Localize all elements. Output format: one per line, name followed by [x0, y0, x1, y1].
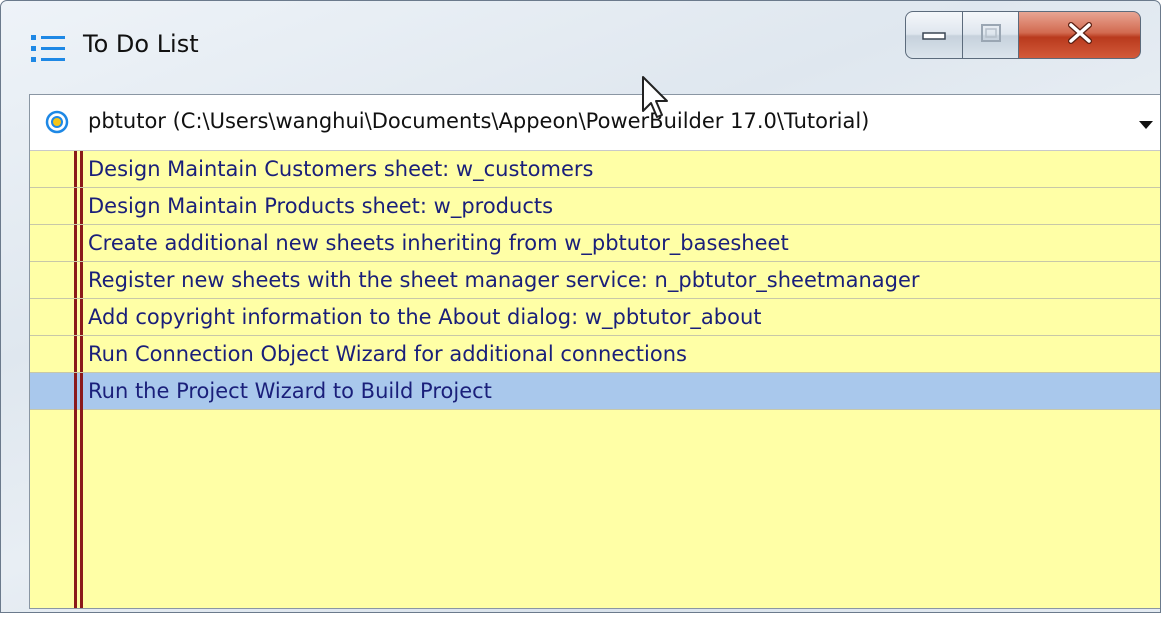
- window-title: To Do List: [83, 30, 199, 58]
- project-label: pbtutor (C:\Users\wanghui\Documents\Appe…: [88, 109, 870, 133]
- todo-item[interactable]: Create additional new sheets inheriting …: [30, 225, 1160, 262]
- chevron-down-icon[interactable]: [1138, 116, 1154, 129]
- target-icon: [45, 110, 69, 134]
- todo-item[interactable]: Design Maintain Customers sheet: w_custo…: [30, 151, 1160, 188]
- maximize-button[interactable]: [963, 11, 1019, 59]
- todo-item[interactable]: Run Connection Object Wizard for additio…: [30, 336, 1160, 373]
- todo-item[interactable]: Design Maintain Products sheet: w_produc…: [30, 188, 1160, 225]
- caption-buttons: [905, 11, 1141, 59]
- maximize-icon: [980, 23, 1002, 47]
- todo-item[interactable]: Register new sheets with the sheet manag…: [30, 262, 1160, 299]
- todo-list: Design Maintain Customers sheet: w_custo…: [30, 151, 1160, 608]
- todo-list-window: To Do List pbtutor (C:\Users\wanghui\Doc…: [0, 0, 1161, 613]
- title-bar[interactable]: To Do List: [1, 1, 1160, 89]
- todo-item-text: Add copyright information to the About d…: [88, 305, 762, 329]
- todo-item-text: Run Connection Object Wizard for additio…: [88, 342, 687, 366]
- margin-line: [74, 373, 77, 410]
- todo-item-selected[interactable]: Run the Project Wizard to Build Project: [30, 373, 1160, 410]
- todo-item[interactable]: Add copyright information to the About d…: [30, 299, 1160, 336]
- close-button[interactable]: [1019, 11, 1141, 59]
- list-icon: [31, 33, 67, 65]
- todo-item-text: Run the Project Wizard to Build Project: [88, 379, 492, 403]
- project-dropdown[interactable]: pbtutor (C:\Users\wanghui\Documents\Appe…: [30, 95, 1160, 151]
- todo-item-text: Create additional new sheets inheriting …: [88, 231, 789, 255]
- todo-item-text: Register new sheets with the sheet manag…: [88, 268, 920, 292]
- todo-item-text: Design Maintain Products sheet: w_produc…: [88, 194, 554, 218]
- minimize-button[interactable]: [905, 11, 963, 59]
- close-icon: [1067, 22, 1093, 48]
- todo-item-text: Design Maintain Customers sheet: w_custo…: [88, 157, 594, 181]
- margin-line: [80, 373, 83, 410]
- todo-panel: pbtutor (C:\Users\wanghui\Documents\Appe…: [29, 94, 1160, 609]
- minimize-icon: [922, 26, 946, 45]
